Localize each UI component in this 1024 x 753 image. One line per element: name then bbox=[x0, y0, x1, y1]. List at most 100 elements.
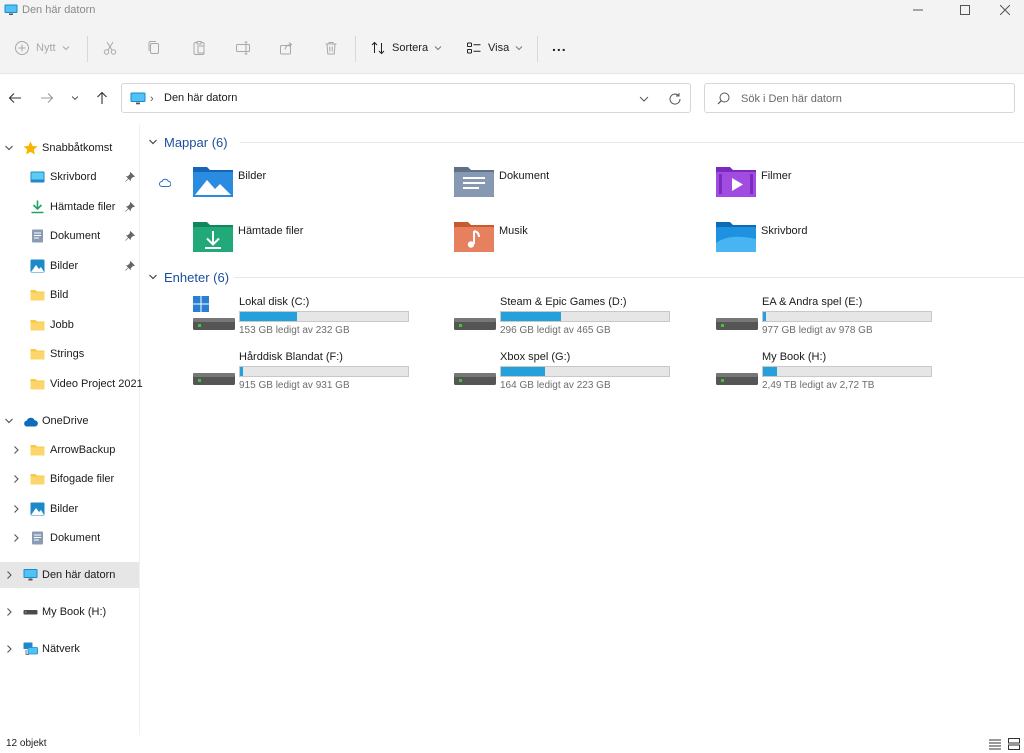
details-view-icon[interactable] bbox=[989, 738, 1001, 750]
sidebar-item-downloads[interactable]: Hämtade filer bbox=[0, 194, 140, 220]
paste-button[interactable] bbox=[191, 36, 207, 60]
chevron-right-icon[interactable] bbox=[11, 504, 21, 514]
arrow-up-icon bbox=[97, 91, 107, 104]
navigation-pane: Snabbåtkomst Skrivbord Hämtade filer Dok… bbox=[0, 124, 143, 735]
drive-item-c[interactable]: Lokal disk (C:) 153 GB ledigt av 232 GB bbox=[193, 296, 433, 344]
back-button[interactable] bbox=[7, 90, 23, 106]
sidebar-item-video-project[interactable]: Video Project 2021 bbox=[0, 371, 143, 397]
hard-drive-icon bbox=[454, 373, 496, 385]
hard-drive-icon bbox=[23, 610, 38, 615]
folder-item-videos[interactable]: Filmer bbox=[715, 164, 955, 204]
documents-folder-icon bbox=[454, 167, 494, 197]
sidebar-item-label: My Book (H:) bbox=[42, 606, 107, 618]
folder-icon bbox=[30, 379, 45, 390]
folder-icon bbox=[30, 290, 45, 301]
sidebar-item-bild[interactable]: Bild bbox=[0, 282, 140, 308]
close-button[interactable] bbox=[982, 0, 1024, 20]
address-row: › Den här datorn Sök i Den här datorn bbox=[0, 74, 1024, 124]
onedrive-cloud-icon bbox=[24, 417, 38, 427]
sidebar-item-label: Dokument bbox=[50, 532, 101, 544]
sidebar-item-desktop[interactable]: Skrivbord bbox=[0, 164, 140, 190]
drive-item-f[interactable]: Hårddisk Blandat (F:) 915 GB ledigt av 9… bbox=[193, 351, 433, 399]
folder-item-downloads[interactable]: Hämtade filer bbox=[192, 219, 432, 259]
document-icon bbox=[32, 531, 43, 545]
folder-name: Musik bbox=[499, 225, 528, 237]
chevron-down-icon[interactable] bbox=[4, 416, 14, 426]
folder-item-pictures[interactable]: Bilder bbox=[192, 164, 432, 204]
delete-button[interactable] bbox=[323, 36, 339, 60]
up-button[interactable] bbox=[94, 90, 110, 106]
more-options-button[interactable]: ... bbox=[552, 34, 567, 58]
plus-circle-icon bbox=[15, 41, 29, 55]
folder-item-music[interactable]: Musik bbox=[453, 219, 693, 259]
sidebar-item-strings[interactable]: Strings bbox=[0, 341, 140, 367]
chevron-right-icon[interactable] bbox=[4, 644, 14, 654]
forward-button[interactable] bbox=[39, 90, 55, 106]
recent-locations-button[interactable] bbox=[67, 90, 83, 106]
chevron-right-icon[interactable] bbox=[11, 474, 21, 484]
chevron-down-icon[interactable] bbox=[4, 143, 14, 153]
new-button[interactable]: Nytt bbox=[14, 36, 70, 60]
copy-button[interactable] bbox=[146, 36, 162, 60]
folder-icon bbox=[30, 349, 45, 360]
sidebar-item-label: Snabbåtkomst bbox=[42, 142, 113, 154]
drive-usage-bar bbox=[239, 366, 409, 377]
refresh-icon[interactable] bbox=[668, 92, 682, 106]
sort-button[interactable]: Sortera bbox=[370, 36, 442, 60]
drives-group-header[interactable]: Enheter (6) bbox=[148, 268, 229, 286]
chevron-right-icon[interactable] bbox=[11, 533, 21, 543]
sidebar-item-arrowbackup[interactable]: ArrowBackup bbox=[0, 437, 140, 463]
minimize-button[interactable] bbox=[895, 0, 941, 20]
windows-drive-icon bbox=[193, 296, 235, 330]
sidebar-item-onedrive-documents[interactable]: Dokument bbox=[0, 525, 140, 551]
sidebar-item-jobb[interactable]: Jobb bbox=[0, 312, 140, 338]
drive-item-d[interactable]: Steam & Epic Games (D:) 296 GB ledigt av… bbox=[454, 296, 694, 344]
address-bar[interactable]: › Den här datorn bbox=[121, 83, 691, 113]
pictures-folder-icon bbox=[193, 167, 233, 197]
tiles-view-icon[interactable] bbox=[1008, 738, 1020, 750]
drive-item-g[interactable]: Xbox spel (G:) 164 GB ledigt av 223 GB bbox=[454, 351, 694, 399]
sidebar-item-label: Hämtade filer bbox=[50, 201, 116, 213]
sidebar-item-quick-access[interactable]: Snabbåtkomst bbox=[0, 135, 140, 161]
chevron-right-icon[interactable] bbox=[11, 445, 21, 455]
chevron-down-icon bbox=[62, 46, 69, 51]
drive-usage-fill bbox=[763, 312, 766, 321]
chevron-down-icon[interactable] bbox=[638, 93, 650, 105]
search-box[interactable]: Sök i Den här datorn bbox=[704, 83, 1015, 113]
pictures-icon bbox=[30, 502, 45, 516]
view-button[interactable]: Visa bbox=[466, 36, 523, 60]
folders-group-header[interactable]: Mappar (6) bbox=[148, 133, 228, 151]
sidebar-item-label: Nätverk bbox=[42, 643, 80, 655]
drive-item-e[interactable]: EA & Andra spel (E:) 977 GB ledigt av 97… bbox=[716, 296, 956, 344]
drive-free-space: 2,49 TB ledigt av 2,72 TB bbox=[762, 380, 875, 391]
cut-button[interactable] bbox=[102, 36, 118, 60]
sidebar-item-label: ArrowBackup bbox=[50, 444, 116, 456]
drive-item-h[interactable]: My Book (H:) 2,49 TB ledigt av 2,72 TB bbox=[716, 351, 956, 399]
sidebar-item-onedrive[interactable]: OneDrive bbox=[0, 408, 140, 434]
folder-item-desktop[interactable]: Skrivbord bbox=[715, 219, 955, 259]
folder-name: Bilder bbox=[238, 170, 267, 182]
folder-item-documents[interactable]: Dokument bbox=[453, 164, 693, 204]
arrow-left-icon bbox=[8, 93, 21, 103]
sidebar-item-network[interactable]: Nätverk bbox=[0, 636, 140, 662]
share-button[interactable] bbox=[279, 36, 295, 60]
sidebar-item-documents[interactable]: Dokument bbox=[0, 223, 140, 249]
sidebar-item-my-book[interactable]: My Book (H:) bbox=[0, 599, 140, 625]
view-label: Visa bbox=[488, 42, 510, 54]
hard-drive-icon bbox=[716, 318, 758, 330]
rename-button[interactable] bbox=[235, 36, 251, 60]
chevron-right-icon[interactable] bbox=[4, 607, 14, 617]
network-icon bbox=[23, 642, 38, 655]
command-bar: Nytt Sortera Visa ... bbox=[0, 22, 1024, 74]
chevron-down-icon bbox=[71, 96, 79, 101]
pin-icon bbox=[125, 261, 135, 271]
sidebar-item-bifogade-filer[interactable]: Bifogade filer bbox=[0, 466, 140, 492]
new-label: Nytt bbox=[36, 42, 56, 54]
group-title: Enheter (6) bbox=[164, 269, 230, 285]
sidebar-item-onedrive-pictures[interactable]: Bilder bbox=[0, 496, 140, 522]
sidebar-item-pictures[interactable]: Bilder bbox=[0, 253, 140, 279]
breadcrumb[interactable]: Den här datorn bbox=[164, 92, 237, 104]
chevron-right-icon[interactable] bbox=[4, 570, 14, 580]
sidebar-item-this-pc[interactable]: Den här datorn bbox=[0, 562, 139, 588]
close-icon bbox=[1000, 5, 1010, 15]
